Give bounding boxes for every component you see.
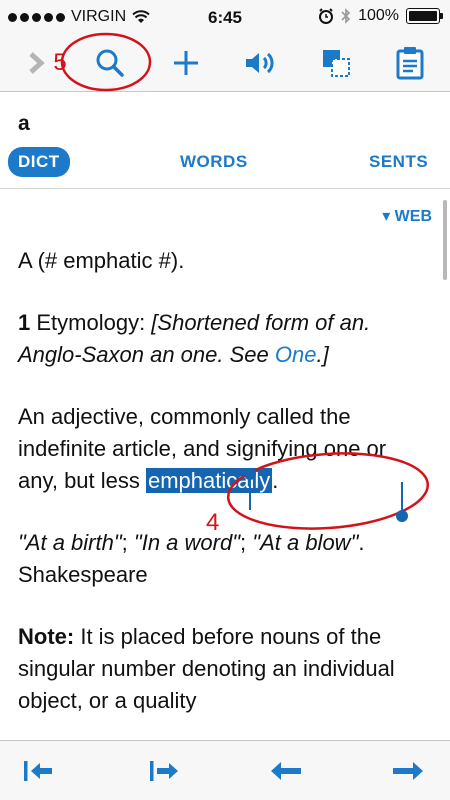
definition-paragraph: A (# emphatic #). xyxy=(18,248,185,273)
first-button[interactable] xyxy=(16,741,60,800)
skip-to-start-icon xyxy=(24,761,52,781)
speak-button[interactable] xyxy=(240,34,280,92)
annotation-label-4: 4 xyxy=(206,509,220,536)
chevron-right-icon xyxy=(29,52,45,74)
copy-button[interactable] xyxy=(316,34,356,92)
headword: a xyxy=(18,112,30,135)
bottom-toolbar xyxy=(0,740,450,800)
battery-percentage: 100% xyxy=(358,7,399,24)
skip-to-end-icon xyxy=(150,761,178,781)
scrollbar[interactable] xyxy=(443,200,447,280)
plus-icon xyxy=(174,51,198,75)
clipboard-button[interactable] xyxy=(390,34,430,92)
tab-dict[interactable]: DICT xyxy=(8,147,70,177)
alarm-icon xyxy=(319,8,334,24)
note-paragraph: Note: It is placed before nouns of the s… xyxy=(18,624,395,713)
definition-content: A (# emphatic #). 1 Etymology: [Shortene… xyxy=(18,245,423,747)
speaker-icon xyxy=(246,52,274,74)
sense-number: 1 xyxy=(18,310,31,335)
clipboard-icon xyxy=(396,47,424,80)
tab-words[interactable]: WORDS xyxy=(180,152,248,172)
copy-icon xyxy=(323,50,350,77)
previous-button[interactable] xyxy=(264,741,308,800)
etymology-paragraph: 1 Etymology: [Shortened form of an. Angl… xyxy=(18,310,371,367)
example-paragraph: "At a birth"; "In a word"; "At a blow". … xyxy=(18,530,365,587)
web-link[interactable]: ▾ WEB xyxy=(382,206,432,226)
next-button[interactable] xyxy=(386,741,430,800)
search-button[interactable] xyxy=(88,34,132,92)
annotation-label-5: 5 xyxy=(53,49,67,76)
last-button[interactable] xyxy=(140,741,184,800)
definition-paragraph: An adjective, commonly called the indefi… xyxy=(18,404,387,493)
note-label: Note: xyxy=(18,624,75,649)
arrow-left-icon xyxy=(271,762,301,780)
tab-bar: DICT WORDS SENTS xyxy=(0,147,450,184)
bluetooth-icon xyxy=(341,8,351,24)
arrow-right-icon xyxy=(393,762,423,780)
divider xyxy=(0,188,450,189)
search-icon xyxy=(96,49,124,77)
battery-icon xyxy=(406,8,443,24)
selected-text[interactable]: emphatically xyxy=(146,468,273,493)
add-button[interactable] xyxy=(166,34,206,92)
etymology-label: Etymology: xyxy=(30,310,152,335)
status-bar: VIRGIN 6:45 100% xyxy=(0,0,450,34)
see-link[interactable]: One xyxy=(275,342,317,367)
tab-sents[interactable]: SENTS xyxy=(369,152,428,172)
toolbar: 5 xyxy=(0,34,450,92)
